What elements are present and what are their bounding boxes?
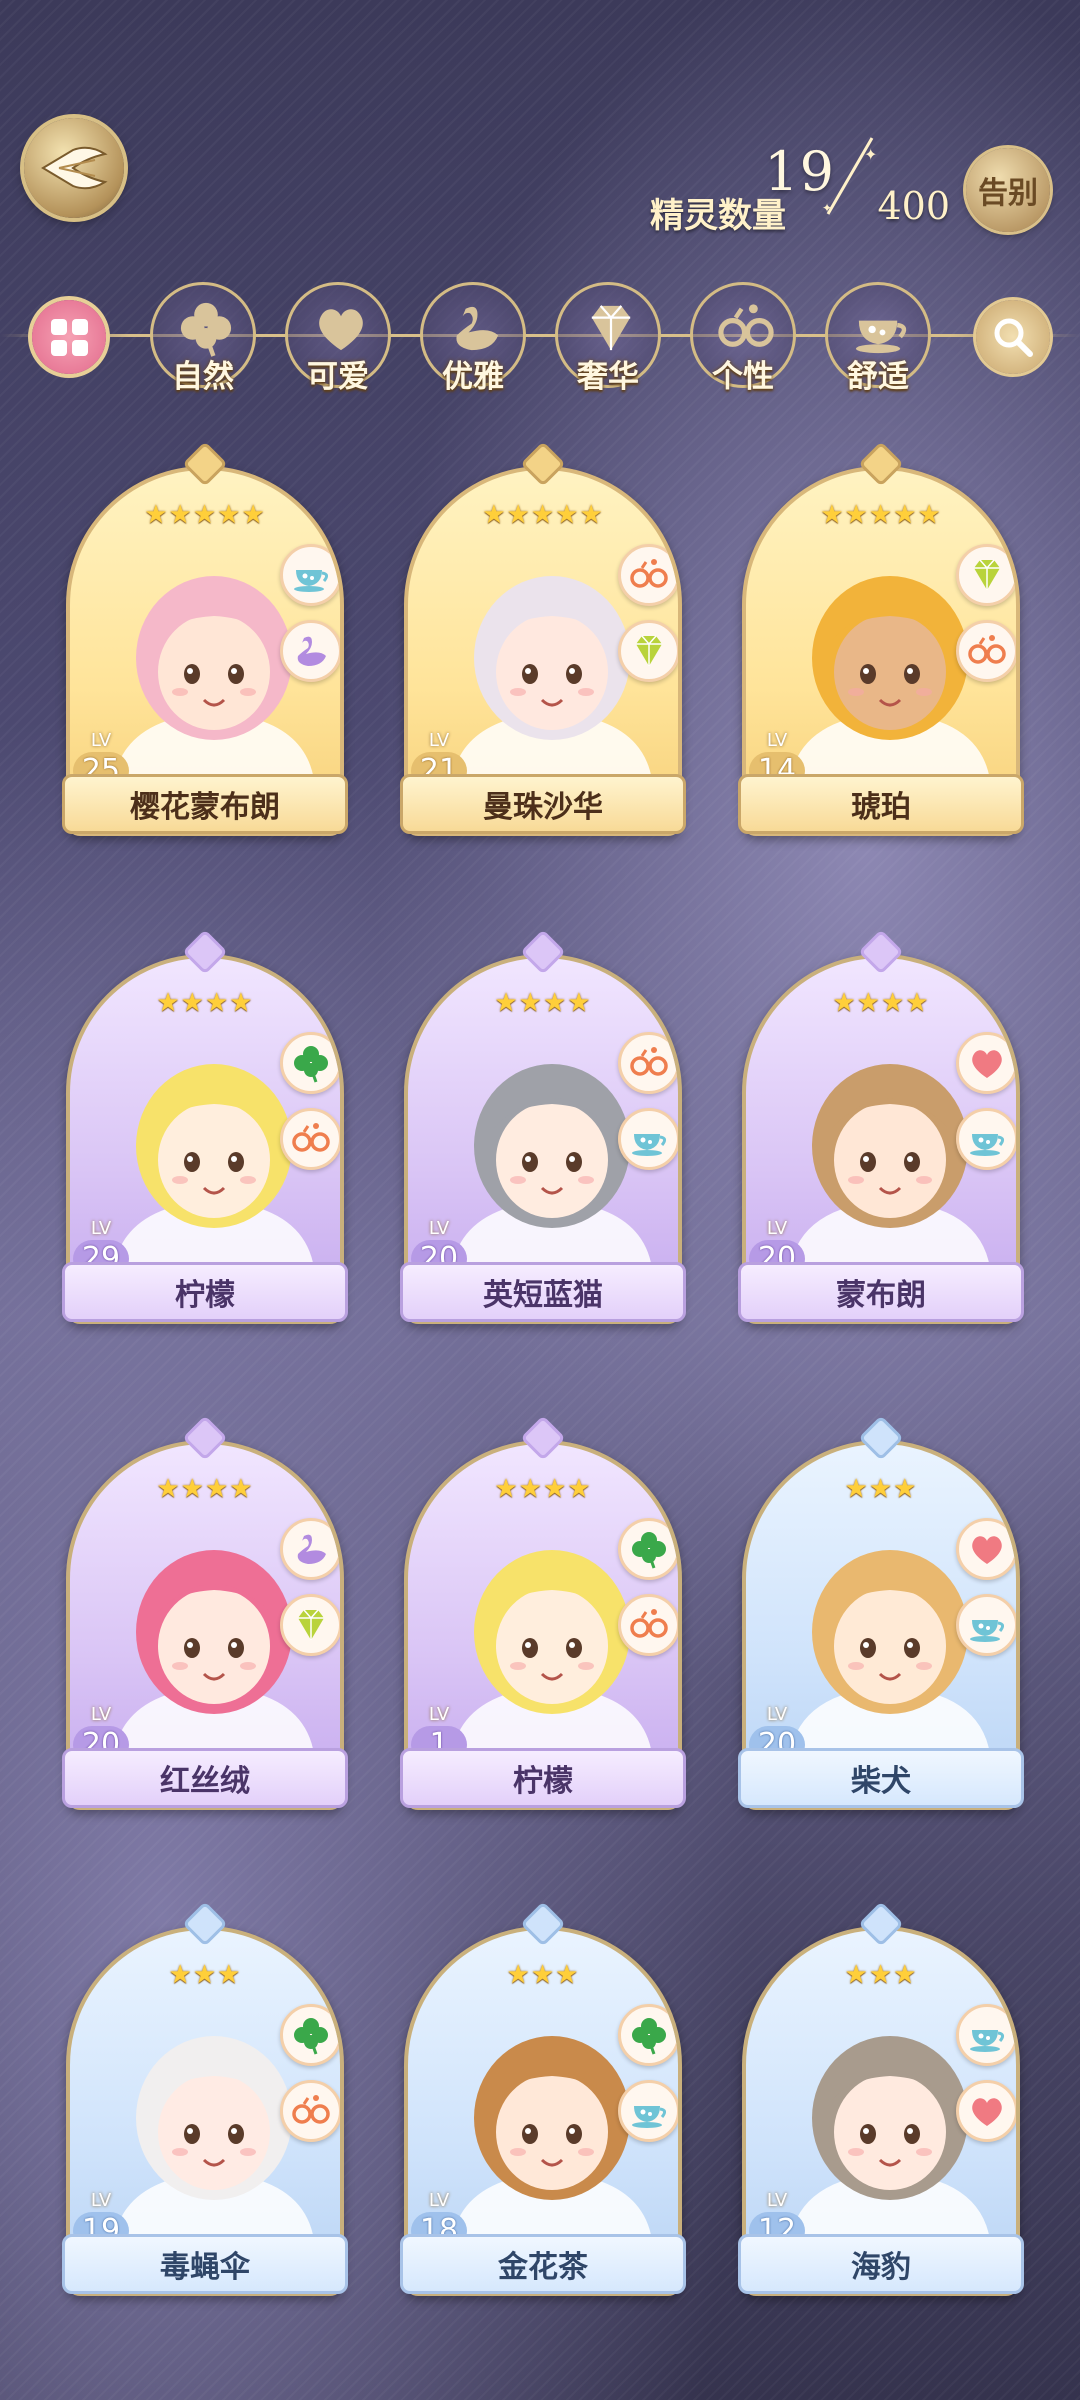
spirit-name: 海豹 xyxy=(738,2234,1024,2294)
swan-icon xyxy=(280,620,340,682)
glasses-icon xyxy=(618,1032,678,1094)
star-rating: ★★★★★ xyxy=(482,500,604,530)
back-button[interactable] xyxy=(24,118,124,218)
spirit-card[interactable]: ★★★★ LV 20 蒙布朗 xyxy=(738,929,1024,1352)
filter-swan-button[interactable]: 优雅 xyxy=(420,282,526,395)
star-rating: ★★★★ xyxy=(156,988,254,1018)
glasses-icon xyxy=(618,544,678,606)
wing-back-icon xyxy=(41,146,108,190)
farewell-button[interactable]: 告别 xyxy=(966,148,1050,232)
heart-icon xyxy=(956,1032,1016,1094)
star-rating: ★★★★ xyxy=(494,988,592,1018)
filter-diamond-button[interactable]: 奢华 xyxy=(555,282,661,395)
spirit-card[interactable]: ★★★ LV 20 柴犬 xyxy=(738,1415,1024,1838)
spirit-card[interactable]: ★★★★ LV 29 柠檬 xyxy=(62,929,348,1352)
filter-teacup-button[interactable]: 舒适 xyxy=(825,282,931,395)
glasses-icon xyxy=(618,1594,678,1656)
filter-label: 可爱 xyxy=(307,359,369,395)
star-rating: ★★★★★ xyxy=(144,500,266,530)
spirit-card[interactable]: ★★★★ LV 20 英短蓝猫 xyxy=(400,929,686,1352)
filter-all-button[interactable] xyxy=(32,300,106,374)
heart-icon xyxy=(956,2080,1016,2142)
clover-icon xyxy=(618,1518,678,1580)
spirit-name: 毒蝇伞 xyxy=(62,2234,348,2294)
glasses-icon xyxy=(280,2080,340,2142)
clover-icon xyxy=(280,1032,340,1094)
teacup-icon xyxy=(956,1108,1016,1170)
svg-text:✦: ✦ xyxy=(822,201,832,215)
spirit-name: 金花茶 xyxy=(400,2234,686,2294)
spirit-card[interactable]: ★★★★ LV 20 红丝绒 xyxy=(62,1415,348,1838)
spirit-card[interactable]: ★★★ LV 19 毒蝇伞 xyxy=(62,1901,348,2324)
filter-label: 优雅 xyxy=(442,359,504,395)
spirit-name: 柴犬 xyxy=(738,1748,1024,1808)
glasses-icon xyxy=(956,620,1016,682)
star-rating: ★★★ xyxy=(844,1960,918,1990)
spirit-name: 柠檬 xyxy=(62,1262,348,1322)
spirit-card[interactable]: ★★★★ LV 1 柠檬 xyxy=(400,1415,686,1838)
star-rating: ★★★ xyxy=(506,1960,580,1990)
search-icon xyxy=(994,318,1033,357)
spirit-name: 柠檬 xyxy=(400,1748,686,1808)
filter-label: 自然 xyxy=(172,359,234,395)
diamond-icon xyxy=(280,1594,340,1656)
star-rating: ★★★★ xyxy=(156,1474,254,1504)
teacup-icon xyxy=(956,1594,1016,1656)
spirit-card[interactable]: ★★★ LV 12 海豹 xyxy=(738,1901,1024,2324)
filter-heart-button[interactable]: 可爱 xyxy=(285,282,391,395)
filter-glasses-button[interactable]: 个性 xyxy=(690,282,796,395)
spirit-name: 曼珠沙华 xyxy=(400,774,686,834)
star-rating: ★★★★ xyxy=(494,1474,592,1504)
spirit-count-max: 400 xyxy=(877,184,950,228)
spirit-card[interactable]: ★★★★★ LV 14 琥珀 xyxy=(738,441,1024,864)
teacup-icon xyxy=(618,1108,678,1170)
clover-icon xyxy=(618,2004,678,2066)
diamond-icon xyxy=(956,544,1016,606)
glasses-icon xyxy=(280,1108,340,1170)
filter-label: 个性 xyxy=(712,359,774,395)
spirit-name: 樱花蒙布朗 xyxy=(62,774,348,834)
grid-icon xyxy=(50,318,88,356)
spirit-name: 蒙布朗 xyxy=(738,1262,1024,1322)
star-rating: ★★★★ xyxy=(832,988,930,1018)
spirit-name: 琥珀 xyxy=(738,774,1024,834)
spirit-count-label: 精灵数量 xyxy=(650,196,786,236)
spirit-card[interactable]: ★★★★★ LV 25 樱花蒙布朗 xyxy=(62,441,348,864)
star-rating: ★★★★★ xyxy=(820,500,942,530)
swan-icon xyxy=(280,1518,340,1580)
teacup-icon xyxy=(280,544,340,606)
clover-icon xyxy=(280,2004,340,2066)
star-rating: ★★★ xyxy=(168,1960,242,1990)
spirit-name: 红丝绒 xyxy=(62,1748,348,1808)
diamond-icon xyxy=(618,620,678,682)
filter-label: 奢华 xyxy=(577,359,639,395)
star-rating: ★★★ xyxy=(844,1474,918,1504)
spirit-count: 19 ✦ ✦ 精灵数量 400 xyxy=(650,137,950,240)
search-button[interactable] xyxy=(976,300,1050,374)
spirit-card[interactable]: ★★★ LV 18 金花茶 xyxy=(400,1901,686,2324)
filter-label: 舒适 xyxy=(847,359,909,395)
count-divider: ✦ ✦ xyxy=(822,137,877,215)
spirit-name: 英短蓝猫 xyxy=(400,1262,686,1322)
teacup-icon xyxy=(618,2080,678,2142)
heart-icon xyxy=(956,1518,1016,1580)
filter-clover-button[interactable]: 自然 xyxy=(150,282,256,395)
svg-text:✦: ✦ xyxy=(864,145,877,164)
teacup-icon xyxy=(956,2004,1016,2066)
spirit-card[interactable]: ★★★★★ LV 21 曼珠沙华 xyxy=(400,441,686,864)
